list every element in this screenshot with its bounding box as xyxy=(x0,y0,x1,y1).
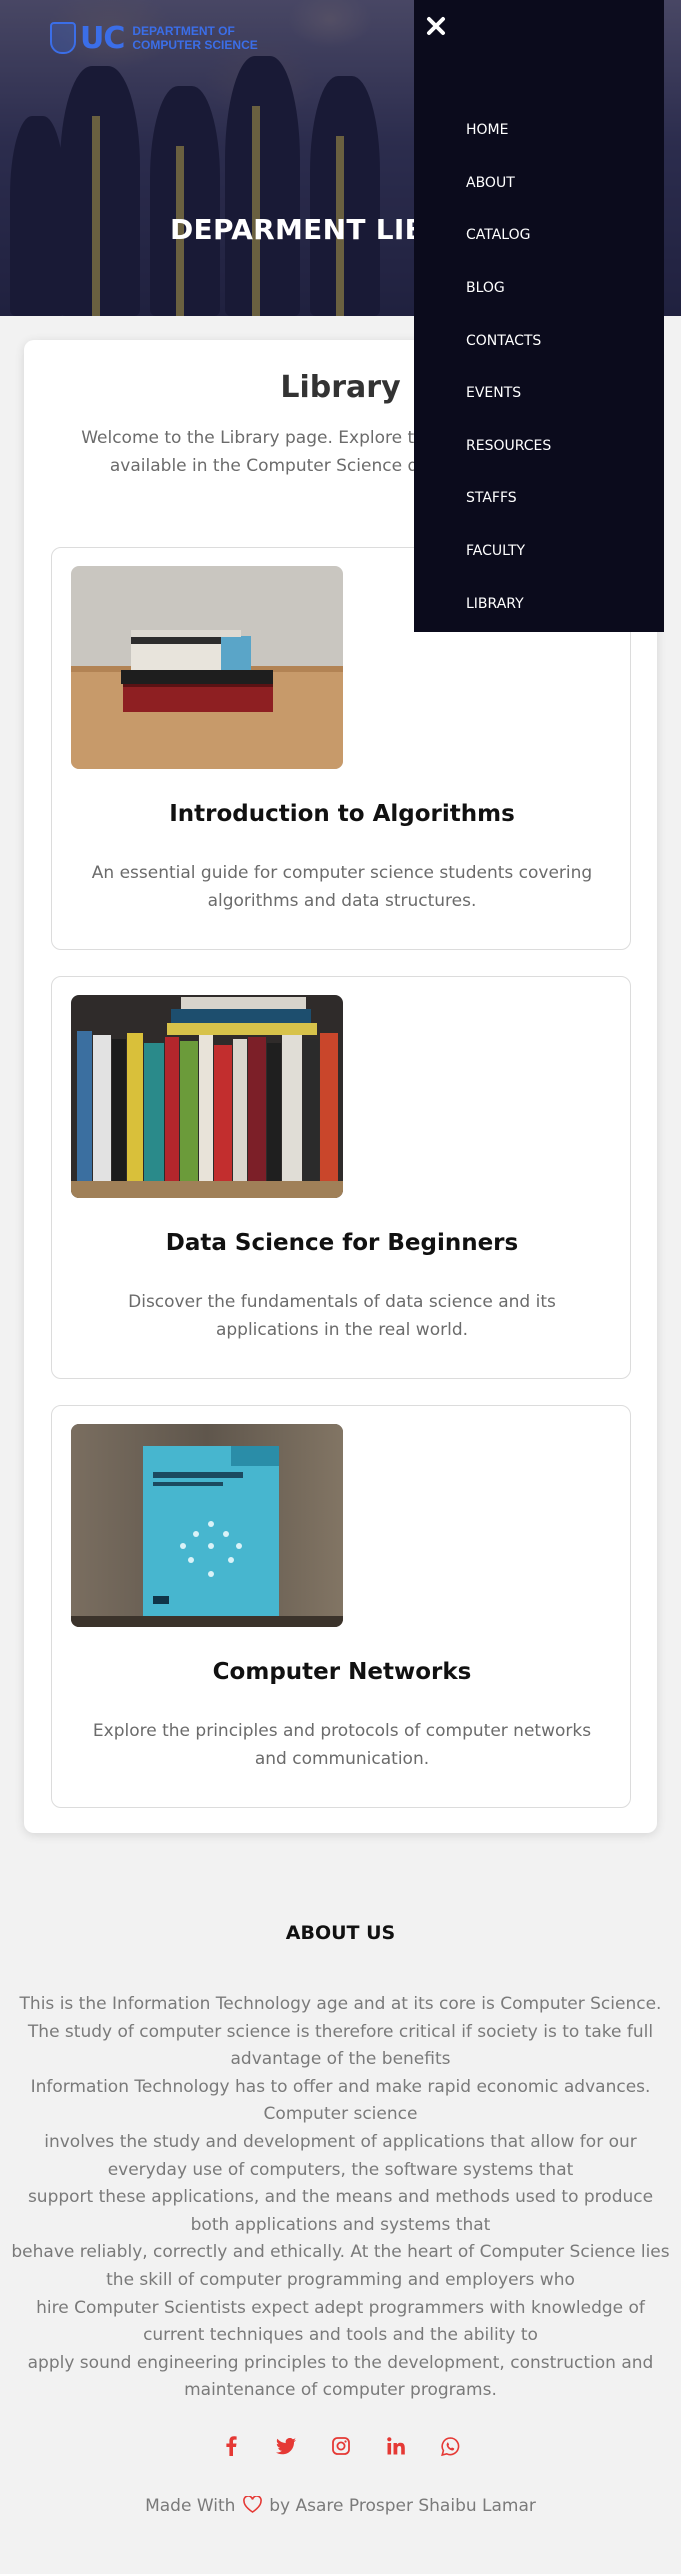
whatsapp-icon[interactable] xyxy=(441,2436,461,2456)
about-line: support these applications, and the mean… xyxy=(27,2187,654,2235)
facebook-icon[interactable] xyxy=(221,2436,241,2456)
book-title: Introduction to Algorithms xyxy=(169,801,515,827)
about-line: hire Computer Scientists expect adept pr… xyxy=(36,2297,645,2346)
close-icon xyxy=(426,16,446,36)
about-line: involves the study and development of ap… xyxy=(44,2131,637,2180)
about-text: This is the Information Technology age a… xyxy=(6,1991,675,2405)
nav-menu: HOME ABOUT CATALOG BLOG CONTACTS EVENTS … xyxy=(466,104,551,630)
nav-item-library[interactable]: LIBRARY xyxy=(466,577,551,630)
footer-credit: Made With by Asare Prosper Shaibu Lamar xyxy=(0,2495,681,2518)
nav-item-faculty[interactable]: FACULTY xyxy=(466,525,551,578)
twitter-icon[interactable] xyxy=(275,2436,296,2456)
book-title: Data Science for Beginners xyxy=(165,1230,519,1256)
book-image-networks xyxy=(71,1424,343,1627)
made-with-text: Made With xyxy=(145,2496,236,2516)
book-description: An essential guide for computer science … xyxy=(91,863,593,911)
nav-item-blog[interactable]: BLOG xyxy=(466,262,551,315)
close-menu-button[interactable] xyxy=(424,14,448,38)
instagram-icon[interactable] xyxy=(331,2436,351,2456)
book-description: Explore the principles and protocols of … xyxy=(92,1721,592,1769)
about-line: apply sound engineering principles to th… xyxy=(27,2352,654,2401)
book-card-networks[interactable]: Computer Networks Explore the principles… xyxy=(51,1405,631,1808)
nav-item-about[interactable]: ABOUT xyxy=(466,157,551,210)
logo-text: Department of Computer Science xyxy=(132,24,257,52)
book-title: Computer Networks xyxy=(212,1659,472,1685)
logo-letters: UC xyxy=(80,20,125,56)
about-heading: ABOUT US xyxy=(285,1922,396,1944)
linkedin-icon[interactable] xyxy=(386,2436,406,2456)
about-line: The study of computer science is therefo… xyxy=(27,2021,654,2070)
logo-text-line1: Department of xyxy=(132,24,235,38)
nav-drawer: HOME ABOUT CATALOG BLOG CONTACTS EVENTS … xyxy=(414,0,664,632)
book-card-data-science[interactable]: Data Science for Beginners Discover the … xyxy=(51,976,631,1379)
social-links xyxy=(0,2436,681,2456)
nav-item-resources[interactable]: RESOURCES xyxy=(466,420,551,473)
nav-item-events[interactable]: EVENTS xyxy=(466,367,551,420)
about-line: This is the Information Technology age a… xyxy=(19,1994,662,2014)
nav-item-catalog[interactable]: CATALOG xyxy=(466,209,551,262)
logo-text-line2: Computer Science xyxy=(132,38,258,52)
university-seal-icon xyxy=(50,22,76,54)
book-image-data-science xyxy=(71,995,343,1198)
author-text: by Asare Prosper Shaibu Lamar xyxy=(269,2496,536,2516)
about-line: behave reliably, correctly and ethically… xyxy=(11,2242,670,2290)
nav-item-staffs[interactable]: STAFFS xyxy=(466,472,551,525)
about-line: Information Technology has to offer and … xyxy=(30,2076,651,2125)
heart-icon xyxy=(243,2495,262,2518)
nav-item-contacts[interactable]: CONTACTS xyxy=(466,314,551,367)
nav-item-home[interactable]: HOME xyxy=(466,104,551,157)
site-logo[interactable]: UC Department of Computer Science xyxy=(50,18,258,58)
book-image-algorithms xyxy=(71,566,343,769)
book-description: Discover the fundamentals of data scienc… xyxy=(128,1292,556,1340)
